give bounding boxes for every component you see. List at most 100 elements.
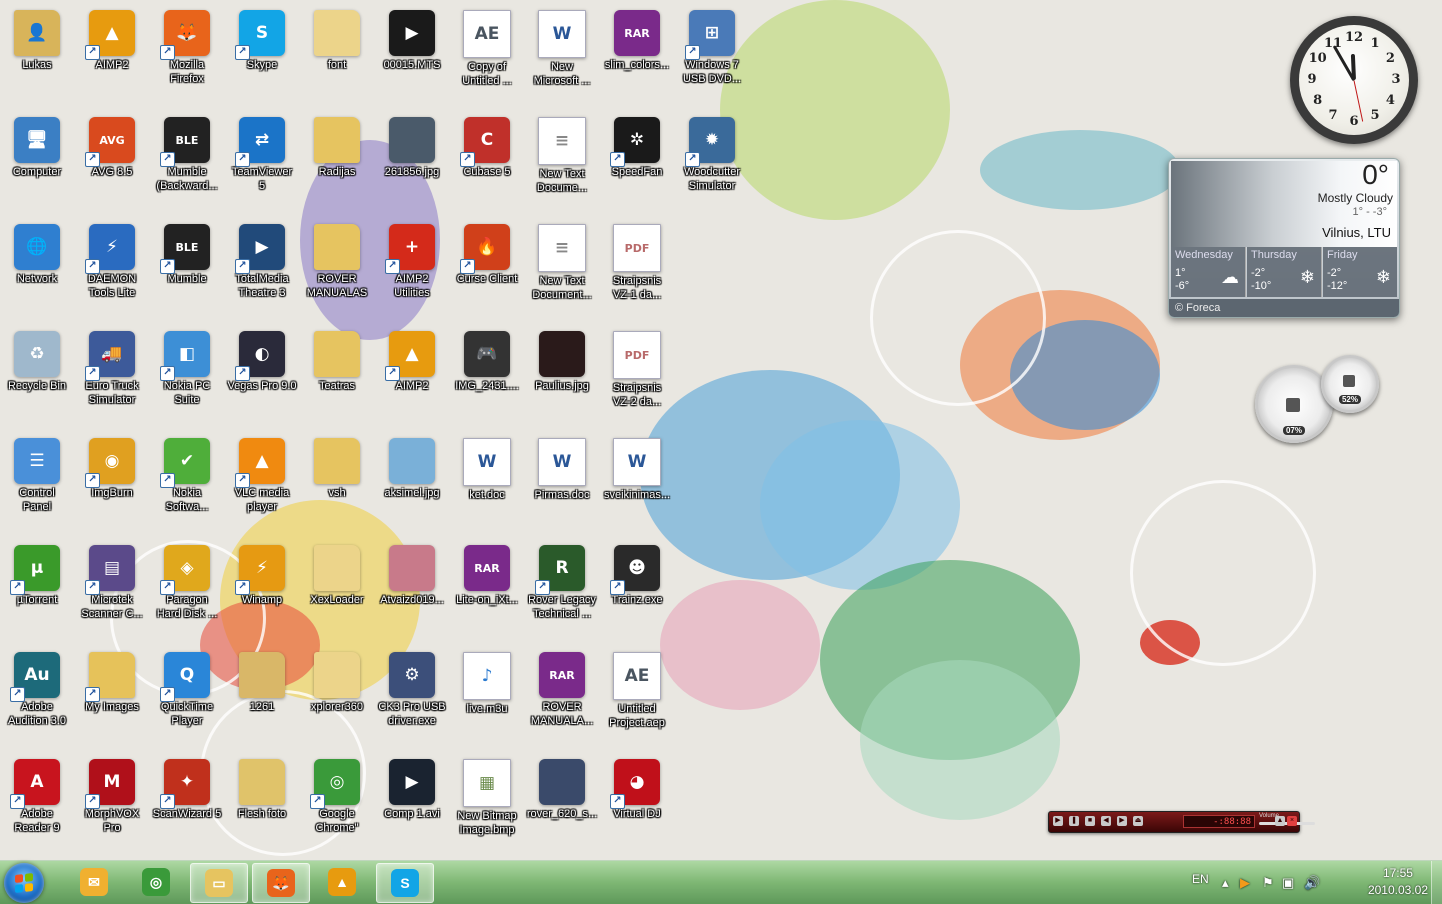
taskbar-button[interactable]: ✉ (66, 863, 122, 901)
desktop-icon[interactable]: Radijas (299, 111, 375, 215)
desktop-icon[interactable]: BLE ↗ Mumble (149, 218, 225, 322)
desktop-icon[interactable]: R ↗ Rover Legacy Technical ... (524, 539, 600, 643)
volume-tray-icon[interactable]: 🔊 (1304, 875, 1320, 891)
clock-gadget[interactable]: 12 1 2 3 4 5 6 7 8 9 10 11 (1290, 16, 1418, 144)
desktop-icon[interactable]: ⚡ ↗ DAEMON Tools Lite (74, 218, 150, 322)
aimp-tray-icon[interactable]: ▶ (1240, 875, 1250, 891)
desktop-icon[interactable]: ☻ ↗ Trainz.exe (599, 539, 675, 643)
close-button[interactable]: × (1287, 816, 1297, 826)
desktop-icon[interactable]: ⇄ ↗ TeamViewer 5 (224, 111, 300, 215)
desktop-icon[interactable]: ♪ live.m3u (449, 646, 525, 750)
desktop-icon[interactable]: ▤ ↗ Microtek Scanner C... (74, 539, 150, 643)
weather-credit-link[interactable]: © Foreca (1169, 299, 1399, 317)
desktop-icon[interactable]: S ↗ Skype (224, 4, 300, 108)
taskbar-clock[interactable]: 17:55 2010.03.02 (1368, 865, 1428, 899)
desktop-icon[interactable]: 1261 (224, 646, 300, 750)
desktop-icon[interactable]: 🖥 Computer (0, 111, 75, 215)
desktop-icon[interactable]: ☰ Control Panel (0, 432, 75, 536)
desktop-icon[interactable]: ROVER MANUALAS (299, 218, 375, 322)
pause-button[interactable]: ❚ (1069, 816, 1079, 826)
desktop-icon[interactable]: ◧ ↗ Nokia PC Suite (149, 325, 225, 429)
minimize-button[interactable]: ▲ (1275, 816, 1285, 826)
desktop-icon[interactable]: AE Copy of Untitled ... (449, 4, 525, 108)
taskbar-button[interactable]: ▲ (314, 863, 370, 901)
desktop-icon[interactable]: Teatras (299, 325, 375, 429)
desktop-icon[interactable]: ⊞ ↗ Windows 7 USB DVD... (674, 4, 750, 108)
desktop-icon[interactable]: Wsveikinimas... (599, 432, 675, 536)
desktop-icon[interactable]: W Pirmas.doc (524, 432, 600, 536)
desktop-icon[interactable]: 🎮 IMG_2431.... (449, 325, 525, 429)
desktop-icon[interactable]: RAR ROVER MANUALA... (524, 646, 600, 750)
stop-button[interactable]: ■ (1085, 816, 1095, 826)
desktop-icon[interactable]: ▲ ↗ AIMP2 (74, 4, 150, 108)
desktop-icon[interactable]: ▲ ↗ VLC media player (224, 432, 300, 536)
desktop-icon[interactable]: ✔ ↗ Nokia Softwa... (149, 432, 225, 536)
desktop-icon[interactable]: Paulius.jpg (524, 325, 600, 429)
desktop-icon[interactable]: Q ↗ QuickTime Player (149, 646, 225, 750)
show-hidden-icons-button[interactable]: ▴ (1222, 875, 1229, 891)
desktop-icon[interactable]: ◐ ↗ Vegas Pro 9.0 (224, 325, 300, 429)
desktop-icon[interactable]: ▦ New Bitmap Image.bmp (449, 753, 525, 857)
desktop-icon[interactable]: font (299, 4, 375, 108)
desktop-icon[interactable]: 🌐 Network (0, 218, 75, 322)
desktop-icon[interactable]: ▶ Comp 1.avi (374, 753, 450, 857)
desktop-icon[interactable]: ◕ ↗ Virtual DJ (599, 753, 675, 857)
desktop-icon[interactable]: Flesh foto (224, 753, 300, 857)
show-desktop-button[interactable] (1431, 861, 1442, 904)
network-tray-icon[interactable]: ▣ (1282, 875, 1294, 891)
desktop-icon[interactable]: RAR slim_colors... (599, 4, 675, 108)
weather-gadget[interactable]: 0° Mostly Cloudy 1° - -3° Vilnius, LTU W… (1168, 158, 1400, 318)
desktop-icon[interactable]: Atvaizd019... (374, 539, 450, 643)
language-indicator[interactable]: EN (1192, 872, 1209, 886)
desktop-icon[interactable]: AVG ↗ AVG 8.5 (74, 111, 150, 215)
desktop-icon[interactable]: xplorer360 (299, 646, 375, 750)
desktop-icon[interactable]: A ↗ Adobe Reader 9 (0, 753, 75, 857)
taskbar-button[interactable]: S (376, 863, 434, 903)
desktop-icon[interactable]: ≡ New Text Document... (524, 218, 600, 322)
desktop-icon[interactable]: PDF Straipsnis VZ-2 da... (599, 325, 675, 429)
desktop-icon[interactable]: 🔥 ↗ Curse Client (449, 218, 525, 322)
desktop-icon[interactable]: XexLoader (299, 539, 375, 643)
desktop-icon[interactable]: ⚡ ↗ Winamp (224, 539, 300, 643)
desktop-icon[interactable]: 👤 Lukas (0, 4, 75, 108)
desktop-icon[interactable]: ≡ New Text Docume... (524, 111, 600, 215)
desktop-icon[interactable]: ▶ ↗ TotalMedia Theatre 3 (224, 218, 300, 322)
desktop-icon[interactable]: M ↗ MorphVOX Pro (74, 753, 150, 857)
desktop-icon[interactable]: rover_620_s... (524, 753, 600, 857)
desktop-icon[interactable]: ✦ ↗ ScanWizard 5 (149, 753, 225, 857)
desktop-icon[interactable]: BLE ↗ Mumble (Backward... (149, 111, 225, 215)
desktop-icon[interactable]: aksimel.jpg (374, 432, 450, 536)
media-player-gadget[interactable]: ▶ ❚ ■ ◀ ▶ ⏏ -:88:88 Volume ▲ × (1048, 811, 1315, 833)
desktop-icon[interactable]: + ↗ AIMP2 Utilities (374, 218, 450, 322)
desktop-icon[interactable]: AE Untitled Project.aep (599, 646, 675, 750)
desktop-icon[interactable]: 261856.jpg (374, 111, 450, 215)
desktop-icon[interactable]: ▶ 00015.MTS (374, 4, 450, 108)
desktop-icon[interactable]: Wket.doc (449, 432, 525, 536)
previous-button[interactable]: ◀ (1101, 816, 1111, 826)
desktop-icon[interactable]: 🚚 ↗ Euro Truck Simulator (74, 325, 150, 429)
desktop-icon[interactable]: C ↗ Cubase 5 (449, 111, 525, 215)
desktop-icon[interactable]: ◉ ↗ ImgBurn (74, 432, 150, 536)
desktop-icon[interactable]: RAR Lite-on_iXt... (449, 539, 525, 643)
taskbar-button[interactable]: 🦊 (252, 863, 310, 903)
desktop-icon[interactable]: ✲ ↗ SpeedFan (599, 111, 675, 215)
desktop-icon[interactable]: ◈ ↗ Paragon Hard Disk ... (149, 539, 225, 643)
desktop-icon[interactable]: vsh (299, 432, 375, 536)
taskbar-button[interactable]: ◎ (128, 863, 184, 901)
desktop-icon[interactable]: ♻ Recycle Bin (0, 325, 75, 429)
desktop-icon[interactable]: ▲ ↗ AIMP2 (374, 325, 450, 429)
desktop-icon[interactable]: ⚙ CK3 Pro USB driver.exe (374, 646, 450, 750)
taskbar-button[interactable]: ▭ (190, 863, 248, 903)
action-center-flag-icon[interactable]: ⚑ (1262, 875, 1274, 891)
desktop-icon[interactable]: ✹ ↗ Woodcutter Simulator (674, 111, 750, 215)
next-button[interactable]: ▶ (1117, 816, 1127, 826)
desktop-icon[interactable]: W New Microsoft ... (524, 4, 600, 108)
desktop-icon[interactable]: 🦊 ↗ Mozilla Firefox (149, 4, 225, 108)
desktop-icon[interactable]: ◎ ↗ Google Chrome" (299, 753, 375, 857)
start-button[interactable] (4, 863, 44, 903)
desktop-icon[interactable]: µ ↗ µTorrent (0, 539, 75, 643)
desktop-icon[interactable]: PDF Straipsnis VZ-1 da... (599, 218, 675, 322)
open-button[interactable]: ⏏ (1133, 816, 1143, 826)
desktop-icon[interactable]: Au ↗ Adobe Audition 3.0 (0, 646, 75, 750)
play-button[interactable]: ▶ (1053, 816, 1063, 826)
